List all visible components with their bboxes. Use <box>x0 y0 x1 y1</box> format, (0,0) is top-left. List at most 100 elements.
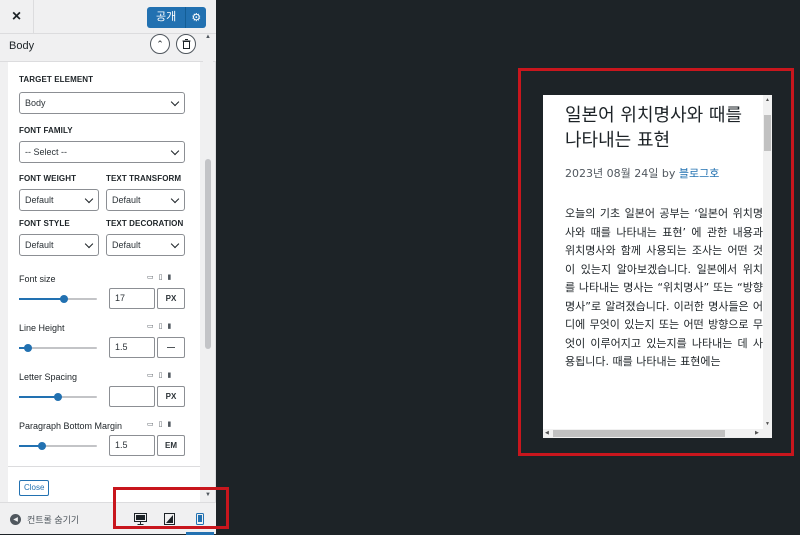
font-style-select[interactable]: Default <box>19 234 99 256</box>
paragraph-margin-slider[interactable] <box>19 442 97 450</box>
line-height-label: Line Height <box>19 323 65 333</box>
desktop-icon[interactable]: ▭ <box>147 322 154 330</box>
collapse-left-icon: ◀ <box>10 514 21 525</box>
chevron-down-icon <box>170 239 180 249</box>
tablet-icon[interactable]: ▯ <box>159 322 163 330</box>
close-customizer-button[interactable]: × <box>0 0 34 34</box>
preview-horizontal-scroll-thumb[interactable] <box>553 430 725 437</box>
desktop-icon[interactable]: ▭ <box>147 420 154 428</box>
post-title[interactable]: 일본어 위치명사와 때를 나타내는 표현 <box>565 103 745 153</box>
font-family-value: -- Select -- <box>25 147 68 157</box>
mobile-icon[interactable]: ▮ <box>167 371 171 379</box>
close-section-button[interactable]: Close <box>19 480 50 496</box>
publish-settings-button[interactable]: ⚙ <box>185 7 207 28</box>
mobile-preview-frame[interactable]: 일본어 위치명사와 때를 나타내는 표현 2023년 08월 24일 by 블로… <box>543 95 772 438</box>
chevron-up-icon: ⌃ <box>156 38 164 49</box>
line-height-input[interactable]: 1.5 <box>109 337 155 358</box>
font-size-slider-thumb[interactable] <box>60 295 68 303</box>
line-height-slider-thumb[interactable] <box>24 344 32 352</box>
panel-scrollbar[interactable]: ▲ ▼ <box>203 34 213 502</box>
paragraph-margin-slider-thumb[interactable] <box>38 442 46 450</box>
mobile-icon[interactable]: ▮ <box>167 273 171 281</box>
text-decoration-label: TEXT DECORATION <box>106 219 184 228</box>
mobile-icon[interactable]: ▮ <box>167 420 171 428</box>
line-height-device-switch: ▭ ▯ ▮ <box>147 322 171 330</box>
gear-icon: ⚙ <box>191 12 202 24</box>
letter-spacing-label: Letter Spacing <box>19 372 78 382</box>
scroll-up-arrow-icon[interactable]: ▲ <box>765 97 770 103</box>
desktop-icon[interactable]: ▭ <box>147 371 154 379</box>
letter-spacing-unit-button[interactable]: PX <box>157 386 185 407</box>
font-size-input[interactable]: 17 <box>109 288 155 309</box>
letter-spacing-slider[interactable] <box>19 393 97 401</box>
scroll-right-arrow-icon[interactable]: ▶ <box>755 430 759 436</box>
chevron-down-icon <box>84 194 94 204</box>
font-weight-select[interactable]: Default <box>19 189 99 211</box>
post-date[interactable]: 2023년 08월 24일 <box>565 167 658 180</box>
font-family-select[interactable]: -- Select -- <box>19 141 185 163</box>
font-family-label: FONT FAMILY <box>19 126 73 135</box>
hide-controls-label: 컨트롤 숨기기 <box>27 515 80 525</box>
collapse-section-button[interactable]: ⌃ <box>150 34 170 54</box>
preview-vertical-scroll-thumb[interactable] <box>764 115 771 151</box>
close-icon: × <box>11 8 22 25</box>
scroll-down-arrow-icon[interactable]: ▼ <box>765 421 770 427</box>
paragraph-margin-label: Paragraph Bottom Margin <box>19 421 123 431</box>
scroll-left-arrow-icon[interactable]: ◀ <box>545 430 549 436</box>
delete-section-button[interactable] <box>176 34 196 54</box>
target-element-label: TARGET ELEMENT <box>19 75 94 84</box>
chevron-down-icon <box>170 194 180 204</box>
post-by: by <box>661 167 676 180</box>
font-size-slider-fill <box>19 298 64 300</box>
font-style-label: FONT STYLE <box>19 219 70 228</box>
target-element-value: Body <box>25 98 46 108</box>
font-size-label: Font size <box>19 274 56 284</box>
text-transform-label: TEXT TRANSFORM <box>106 174 182 183</box>
text-decoration-value: Default <box>112 240 141 250</box>
font-weight-value: Default <box>25 195 54 205</box>
tablet-icon[interactable]: ▯ <box>159 420 163 428</box>
tablet-icon[interactable]: ▯ <box>159 371 163 379</box>
section-header: Body ⌃ <box>0 34 216 62</box>
text-transform-value: Default <box>112 195 141 205</box>
divider <box>8 466 200 467</box>
chevron-down-icon <box>84 239 94 249</box>
trash-icon <box>182 39 190 49</box>
preview-vertical-scrollbar[interactable]: ▲ ▼ <box>763 95 772 429</box>
font-size-slider[interactable] <box>19 295 97 303</box>
font-weight-label: FONT WEIGHT <box>19 174 77 183</box>
post-body: 오늘의 기초 일본어 공부는 ‘일본어 위치명사와 때를 나타내는 표현’ 에 … <box>565 207 763 368</box>
paragraph-margin-device-switch: ▭ ▯ ▮ <box>147 420 171 428</box>
panel-scroll-thumb[interactable] <box>205 159 211 349</box>
post-author-link[interactable]: 블로그호 <box>679 167 719 180</box>
hide-controls-button[interactable]: ◀ 컨트롤 숨기기 <box>10 513 79 526</box>
customizer-topbar: × 공개 ⚙ <box>0 0 216 34</box>
scroll-up-arrow-icon[interactable]: ▲ <box>205 34 211 40</box>
font-style-value: Default <box>25 240 54 250</box>
letter-spacing-slider-fill <box>19 396 58 398</box>
publish-button[interactable]: 공개 <box>147 7 186 28</box>
font-size-device-switch: ▭ ▯ ▮ <box>147 273 171 281</box>
device-switcher-highlight <box>113 487 229 529</box>
chevron-down-icon <box>170 146 180 156</box>
text-transform-select[interactable]: Default <box>106 189 185 211</box>
section-title: Body <box>9 40 35 52</box>
paragraph-margin-input[interactable]: 1.5 <box>109 435 155 456</box>
chevron-down-icon <box>170 97 180 107</box>
publish-button-group: 공개 ⚙ <box>147 7 207 28</box>
letter-spacing-slider-thumb[interactable] <box>54 393 62 401</box>
line-height-slider[interactable] <box>19 344 97 352</box>
tablet-icon[interactable]: ▯ <box>159 273 163 281</box>
target-element-select[interactable]: Body <box>19 92 185 114</box>
text-decoration-select[interactable]: Default <box>106 234 185 256</box>
preview-horizontal-scrollbar[interactable]: ◀ ▶ <box>543 429 772 438</box>
desktop-icon[interactable]: ▭ <box>147 273 154 281</box>
typography-controls: TARGET ELEMENT Body FONT FAMILY -- Selec… <box>8 62 200 502</box>
mobile-icon[interactable]: ▮ <box>167 322 171 330</box>
font-size-unit-button[interactable]: PX <box>157 288 185 309</box>
line-height-unit-button[interactable]: — <box>157 337 185 358</box>
customizer-panel: × 공개 ⚙ Body ⌃ TARGET ELEMENT Body FONT F… <box>0 0 216 535</box>
letter-spacing-input[interactable] <box>109 386 155 407</box>
paragraph-margin-unit-button[interactable]: EM <box>157 435 185 456</box>
letter-spacing-device-switch: ▭ ▯ ▮ <box>147 371 171 379</box>
